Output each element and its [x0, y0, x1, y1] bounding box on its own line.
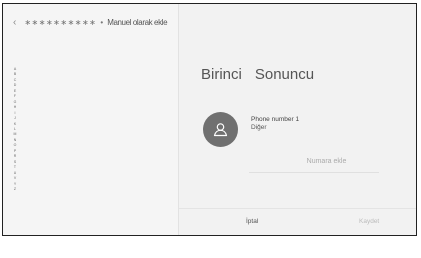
first-name[interactable]: Birinci: [201, 66, 242, 83]
alphabet-index-letter[interactable]: U: [14, 171, 17, 175]
alphabet-index-letter[interactable]: K: [14, 122, 16, 126]
alphabet-index[interactable]: ABCDEFGHIJKLMNOPRSTUVYZ: [11, 67, 19, 191]
add-number-field[interactable]: Numara ekle: [249, 150, 379, 173]
alphabet-index-letter[interactable]: J: [14, 116, 16, 120]
page-title: Manuel olarak ekle: [107, 17, 168, 27]
alphabet-index-letter[interactable]: B: [14, 72, 16, 76]
alphabet-index-letter[interactable]: Z: [14, 187, 16, 191]
alphabet-index-letter[interactable]: O: [14, 143, 17, 147]
alphabet-index-letter[interactable]: I: [15, 111, 16, 115]
alphabet-index-letter[interactable]: S: [14, 160, 16, 164]
save-button[interactable]: Kaydet: [359, 218, 379, 225]
alphabet-index-letter[interactable]: L: [14, 127, 16, 131]
alphabet-index-letter[interactable]: M: [14, 132, 17, 136]
cancel-button[interactable]: İptal: [246, 218, 258, 225]
alphabet-index-letter[interactable]: H: [14, 105, 17, 109]
back-icon[interactable]: ‹: [13, 17, 16, 28]
phone-type[interactable]: Diğer: [251, 124, 267, 131]
person-icon: [213, 123, 228, 137]
left-panel: ‹ ∗∗∗∗∗∗∗∗∗∗ • Manuel olarak ekle ABCDEF…: [3, 4, 179, 235]
separator: •: [100, 17, 104, 27]
alphabet-index-letter[interactable]: E: [14, 89, 16, 93]
app-window: ‹ ∗∗∗∗∗∗∗∗∗∗ • Manuel olarak ekle ABCDEF…: [2, 3, 417, 236]
alphabet-index-letter[interactable]: T: [14, 165, 16, 169]
header: ‹ ∗∗∗∗∗∗∗∗∗∗ • Manuel olarak ekle: [13, 14, 178, 30]
alphabet-index-letter[interactable]: P: [14, 149, 16, 153]
name-row: Birinci Sonuncu: [201, 66, 314, 83]
last-name[interactable]: Sonuncu: [255, 66, 314, 83]
alphabet-index-letter[interactable]: C: [14, 78, 17, 82]
alphabet-index-letter[interactable]: A: [14, 67, 16, 71]
alphabet-index-letter[interactable]: G: [14, 100, 17, 104]
alphabet-index-letter[interactable]: Y: [14, 182, 16, 186]
phone-label: Phone number 1: [251, 116, 300, 123]
alphabet-index-letter[interactable]: D: [14, 83, 17, 87]
alphabet-index-letter[interactable]: R: [14, 154, 17, 158]
alphabet-index-letter[interactable]: V: [14, 176, 16, 180]
masked-text: ∗∗∗∗∗∗∗∗∗∗: [24, 17, 97, 27]
alphabet-index-letter[interactable]: N: [14, 138, 17, 142]
alphabet-index-letter[interactable]: F: [14, 94, 16, 98]
action-bar: İptal Kaydet: [179, 208, 416, 236]
avatar: [203, 112, 238, 147]
add-number-placeholder: Numara ekle: [306, 157, 347, 165]
contact-editor: Birinci Sonuncu Phone number 1 Diğer Num…: [179, 4, 416, 235]
